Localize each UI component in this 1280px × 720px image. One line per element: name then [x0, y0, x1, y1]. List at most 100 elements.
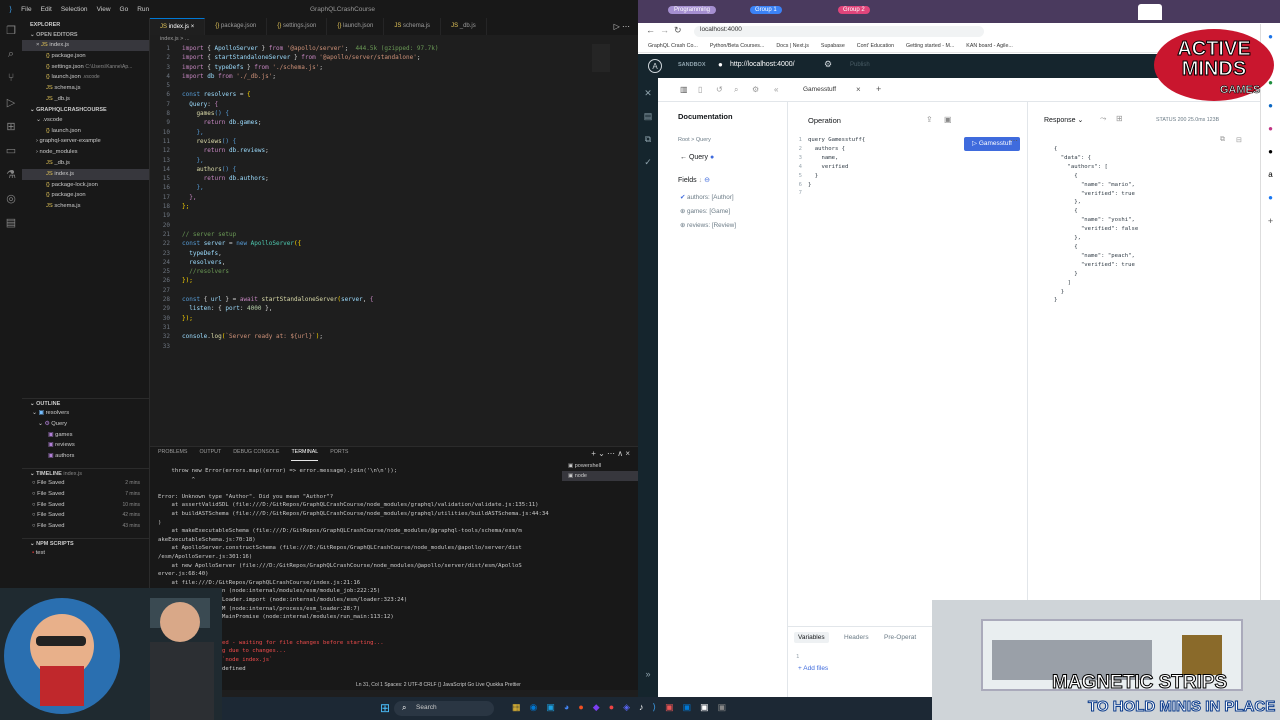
open-editor-item[interactable]: {} package.json: [22, 51, 149, 62]
start-icon[interactable]: ⊞: [380, 701, 390, 715]
app-icon[interactable]: ●: [578, 702, 583, 713]
operation-tab[interactable]: Gamesstuff: [803, 86, 836, 93]
gear-icon[interactable]: ⚙: [824, 59, 832, 70]
add-files-button[interactable]: + Add files: [798, 665, 828, 672]
open-editors-header[interactable]: ⌄ OPEN EDITORS: [22, 30, 149, 40]
table-icon[interactable]: ⊞: [1116, 114, 1123, 123]
search-icon[interactable]: ⌕: [0, 42, 22, 66]
open-editor-item[interactable]: × JS index.js: [22, 40, 149, 51]
tab-variables[interactable]: Variables: [794, 632, 829, 643]
add-tab-icon[interactable]: +: [876, 84, 881, 94]
format-icon[interactable]: ⤳: [1100, 114, 1106, 124]
back-icon[interactable]: ←: [646, 25, 655, 35]
tree-file[interactable]: JS schema.js: [22, 201, 149, 212]
tree-file[interactable]: {} launch.json: [22, 126, 149, 137]
timeline-item[interactable]: ○ File Saved 10 mins: [22, 500, 150, 511]
tree-folder[interactable]: ⌄ .vscode: [22, 115, 149, 126]
settings-icon[interactable]: ⚙: [752, 85, 759, 94]
tab-pre-operation[interactable]: Pre-Operat: [884, 634, 916, 641]
tab-index-js[interactable]: JS index.js ×: [150, 18, 206, 35]
bookmark-item[interactable]: Getting started - M...: [906, 39, 954, 52]
tree-file[interactable]: {} package.json: [22, 190, 149, 201]
tab-headers[interactable]: Headers: [844, 634, 869, 641]
bookmark-item[interactable]: GraphQL Crash Co...: [648, 39, 698, 52]
field-item-games[interactable]: ⊕ games: [Game]: [680, 208, 730, 215]
edge-icon[interactable]: ◉: [530, 702, 538, 713]
extension-icon[interactable]: ●: [1261, 147, 1280, 156]
bookmark-item[interactable]: Python/Beta Courses...: [710, 39, 764, 52]
source-control-icon[interactable]: ⑂: [0, 66, 22, 90]
chrome-icon[interactable]: ◕: [564, 702, 569, 713]
response-json[interactable]: { "data": { "authors": [ { "name": "mari…: [1054, 145, 1234, 305]
app-icon[interactable]: ▣: [665, 702, 674, 713]
terminal-item-powershell[interactable]: ▣ powershell: [562, 461, 638, 471]
tab-group-2[interactable]: Group 2: [838, 6, 870, 14]
extensions-icon[interactable]: ⊞: [0, 114, 22, 138]
menu-go[interactable]: Go: [120, 6, 129, 13]
app-icon[interactable]: ◆: [593, 702, 600, 713]
status-items[interactable]: Ln 31, Col 1 Spaces: 2 UTF-8 CRLF {} Jav…: [356, 681, 521, 690]
close-icon[interactable]: ×: [625, 449, 630, 458]
bookmark-item[interactable]: Docs | Next.js: [776, 39, 809, 52]
breadcrumb[interactable]: index.js > ...: [160, 36, 190, 42]
close-icon[interactable]: ×: [191, 24, 195, 30]
field-item-authors[interactable]: ✔ authors: [Author]: [680, 194, 734, 201]
timeline-header[interactable]: ⌄ TIMELINE index.js: [22, 468, 150, 478]
npm-scripts-header[interactable]: ⌄ NPM SCRIPTS: [22, 538, 150, 548]
tab-db-js[interactable]: JS _db.js: [441, 18, 487, 35]
outline-item[interactable]: ⌄ ⚙ Query: [22, 419, 150, 430]
toggle-all-icon[interactable]: ⊖: [704, 177, 710, 184]
tab-output[interactable]: OUTPUT: [199, 449, 221, 461]
open-editor-item[interactable]: JS schema.js: [22, 83, 149, 94]
outline-item[interactable]: ▣ reviews: [22, 440, 150, 451]
menu-selection[interactable]: Selection: [61, 6, 88, 13]
timeline-item[interactable]: ○ File Saved 42 mins: [22, 510, 150, 521]
docker-icon[interactable]: ◎: [0, 186, 22, 210]
menu-edit[interactable]: Edit: [41, 6, 52, 13]
outline-item[interactable]: ⌄ ▣ resolvers: [22, 408, 150, 419]
app-icon[interactable]: ▣: [683, 702, 692, 713]
files-icon[interactable]: ❐: [0, 18, 22, 42]
bookmark-item[interactable]: Cont' Education: [857, 39, 894, 52]
taskbar-search-box[interactable]: [394, 701, 494, 716]
copy-icon[interactable]: ⧉: [1220, 136, 1225, 144]
terminal-item-node[interactable]: ▣ node: [562, 471, 638, 481]
run-icon[interactable]: ▷ ⋯: [614, 18, 638, 35]
tab-group-1[interactable]: Group 1: [750, 6, 782, 14]
app-icon[interactable]: ▣: [718, 702, 727, 713]
tab-settings-json[interactable]: {} settings.json: [267, 18, 328, 35]
run-debug-icon[interactable]: ▷: [0, 90, 22, 114]
outline-header[interactable]: ⌄ OUTLINE: [22, 398, 150, 408]
tab-terminal[interactable]: TERMINAL: [291, 449, 319, 461]
tab-group-programming[interactable]: Programming: [668, 6, 717, 14]
open-editor-item[interactable]: {} settings.json C:\Users\Kanne\Ap...: [22, 62, 149, 73]
tree-file[interactable]: JS _db.js: [22, 158, 149, 169]
history-icon[interactable]: ↺: [716, 85, 723, 94]
search-icon[interactable]: ⌕: [734, 85, 738, 95]
active-browser-tab[interactable]: [1138, 4, 1162, 20]
more-icon[interactable]: ⋯: [1010, 136, 1018, 145]
open-editor-item[interactable]: JS _db.js: [22, 94, 149, 105]
tab-launch-json[interactable]: {} launch.json: [327, 18, 385, 35]
file-explorer-icon[interactable]: ▦: [512, 702, 521, 713]
open-editor-item[interactable]: {} launch.json .vscode: [22, 72, 149, 83]
menu-run[interactable]: Run: [137, 6, 149, 13]
publish-button[interactable]: Publish: [850, 62, 870, 68]
tab-debug-console[interactable]: DEBUG CONSOLE: [233, 449, 279, 461]
bookmark-item[interactable]: KAN board - Agile...: [966, 39, 1013, 52]
tab-problems[interactable]: PROBLEMS: [158, 449, 187, 461]
bookmark-item[interactable]: Supabase: [821, 39, 845, 52]
docs-nav-icon[interactable]: ▤: [638, 111, 658, 122]
sort-icon[interactable]: ↓: [699, 177, 703, 184]
close-icon[interactable]: ×: [856, 85, 861, 94]
tree-folder[interactable]: › node_modules: [22, 147, 149, 158]
sandbox-url[interactable]: http://localhost:4000/: [730, 61, 795, 68]
expand-icon[interactable]: ⊟: [1236, 136, 1242, 144]
collapse-icon[interactable]: «: [774, 85, 778, 94]
extension-icon[interactable]: ●: [1261, 124, 1280, 133]
vscode-icon[interactable]: ⟩: [653, 702, 657, 713]
project-header[interactable]: ⌄ GRAPHQLCRASHCOURSE: [22, 105, 149, 115]
timeline-item[interactable]: ○ File Saved 7 mins: [22, 489, 150, 500]
app-icon[interactable]: ▣: [700, 702, 709, 713]
add-terminal-icon[interactable]: +: [591, 449, 596, 458]
